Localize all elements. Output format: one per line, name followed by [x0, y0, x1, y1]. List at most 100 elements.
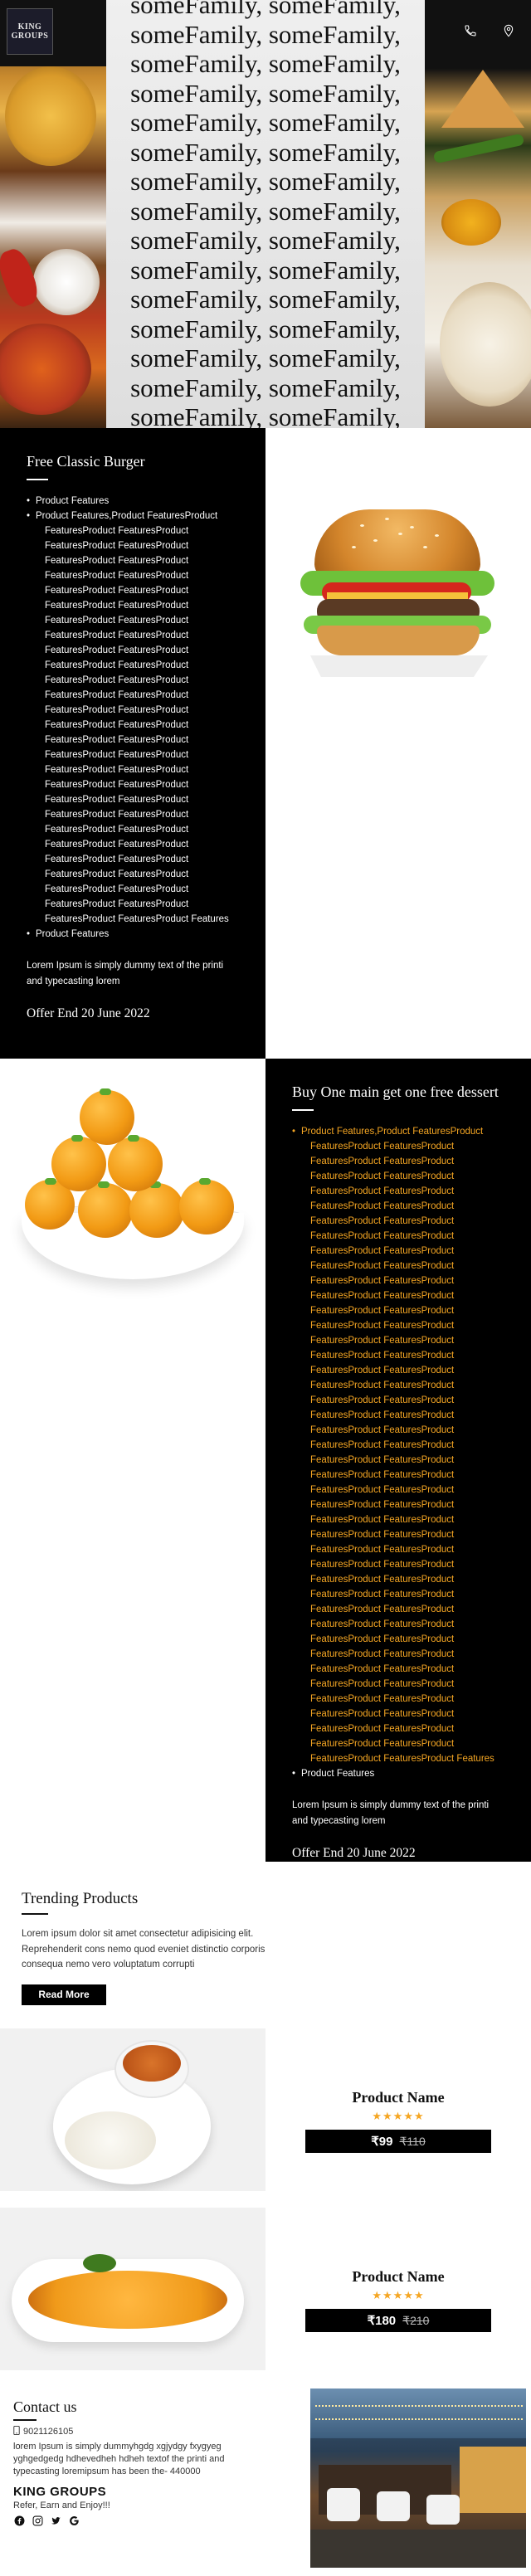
- phone-number: 9021126105: [23, 2426, 74, 2437]
- feature-line: FeaturesProduct FeaturesProduct: [45, 675, 189, 685]
- feature-line: FeaturesProduct FeaturesProduct: [310, 1231, 455, 1241]
- hero-text-line: someFamily, someFamily,: [130, 0, 401, 19]
- price-bar[interactable]: ₹99 ₹110: [305, 2130, 491, 2153]
- feature-item-long: Product Features,Product FeaturesProduct…: [292, 1124, 531, 1766]
- feature-item: Product Features: [27, 494, 266, 509]
- feature-line: FeaturesProduct FeaturesProduct: [310, 1590, 455, 1600]
- feature-line: FeaturesProduct FeaturesProduct: [310, 1171, 455, 1181]
- contact-phone[interactable]: 9021126105: [13, 2425, 304, 2437]
- product-card[interactable]: Product Name ★★★★★ ₹99 ₹110: [0, 2028, 531, 2203]
- feature-line: FeaturesProduct FeaturesProduct: [45, 840, 189, 850]
- feature-line: FeaturesProduct FeaturesProduct: [45, 720, 189, 730]
- feature-line: FeaturesProduct FeaturesProduct: [310, 1410, 455, 1420]
- feature-line: FeaturesProduct FeaturesProduct: [45, 855, 189, 864]
- hero-text-line: someFamily, someFamily,: [130, 137, 401, 167]
- product-name: Product Name: [352, 2089, 445, 2106]
- hero-text-line: someFamily, someFamily,: [130, 196, 401, 226]
- feature-line: FeaturesProduct FeaturesProduct: [45, 810, 189, 820]
- facebook-icon[interactable]: [13, 2515, 25, 2527]
- product-card[interactable]: Product Name ★★★★★ ₹180 ₹210: [0, 2207, 531, 2382]
- feature-line: FeaturesProduct FeaturesProduct: [310, 1634, 455, 1644]
- google-icon[interactable]: [68, 2515, 80, 2527]
- feature-line: FeaturesProduct FeaturesProduct: [45, 795, 189, 805]
- feature-line: FeaturesProduct FeaturesProduct: [310, 1291, 455, 1301]
- hero-text-line: someFamily, someFamily,: [130, 49, 401, 78]
- feature-line: FeaturesProduct FeaturesProduct: [310, 1724, 455, 1734]
- feature-line: FeaturesProduct FeaturesProduct: [45, 616, 189, 626]
- price: ₹180: [367, 2314, 397, 2328]
- location-pin-icon[interactable]: [499, 22, 518, 40]
- hero-text-line: someFamily, someFamily,: [130, 343, 401, 373]
- feature-line: FeaturesProduct FeaturesProduct: [45, 825, 189, 835]
- feature-line: FeaturesProduct FeaturesProduct: [45, 526, 189, 536]
- feature-line: FeaturesProduct FeaturesProduct: [310, 1351, 455, 1361]
- contact-title: Contact us: [13, 2398, 77, 2415]
- feature-line: FeaturesProduct FeaturesProduct: [310, 1201, 455, 1211]
- hero-text-line: someFamily, someFamily,: [130, 167, 401, 196]
- product-image: [0, 2028, 266, 2191]
- old-price: ₹210: [402, 2313, 430, 2327]
- feature-line: FeaturesProduct FeaturesProduct: [45, 750, 189, 760]
- feature-line: FeaturesProduct FeaturesProduct: [310, 1485, 455, 1495]
- feature-line: FeaturesProduct FeaturesProduct Features: [310, 1754, 494, 1764]
- feature-line: FeaturesProduct FeaturesProduct: [310, 1306, 455, 1316]
- read-more-button[interactable]: Read More: [22, 1984, 106, 2005]
- contact-section: Contact us 9021126105 lorem Ipsum is sim…: [0, 2382, 531, 2568]
- hero-text-panel: someFamily, someFamily, someFamily, someF…: [106, 0, 425, 428]
- trending-text: Lorem ipsum dolor sit amet consectetur a…: [22, 1929, 266, 1970]
- feature-line: FeaturesProduct FeaturesProduct: [45, 601, 189, 611]
- brand-logo[interactable]: KING GROUPS: [7, 8, 53, 55]
- contact-description: lorem Ipsum is simply dummyhgdg xgjydgy …: [13, 2441, 225, 2476]
- hero-text-line: someFamily, someFamily,: [130, 108, 401, 137]
- feature-list: Product Features Product Features,Produc…: [27, 494, 266, 942]
- twitter-icon[interactable]: [50, 2515, 61, 2527]
- title-underline: [13, 2418, 37, 2421]
- hero-text-line: someFamily, someFamily,: [130, 314, 401, 343]
- title-underline: [27, 479, 48, 480]
- feature-line: FeaturesProduct FeaturesProduct: [310, 1395, 455, 1405]
- price-bar[interactable]: ₹180 ₹210: [305, 2309, 491, 2332]
- feature-line: FeaturesProduct FeaturesProduct: [310, 1560, 455, 1570]
- hero-text-line: someFamily, someFamily,: [130, 285, 401, 314]
- feature-item: Product Features: [292, 1766, 531, 1781]
- offer-end-date: Offer End 20 June 2022: [292, 1846, 416, 1860]
- feature-item: Product Features: [27, 927, 266, 942]
- promo-description: Lorem Ipsum is simply dummy text of the …: [292, 1800, 490, 1826]
- old-price: ₹110: [399, 2134, 426, 2148]
- feature-line: FeaturesProduct FeaturesProduct: [45, 884, 189, 894]
- phone-icon[interactable]: [461, 22, 480, 40]
- hero-text-line: someFamily, someFamily,: [130, 226, 401, 255]
- header-left: KING GROUPS: [0, 0, 106, 66]
- feature-line: FeaturesProduct FeaturesProduct: [310, 1142, 455, 1152]
- laddu-image: [22, 1083, 244, 1291]
- trending-section: Trending Products Lorem ipsum dolor sit …: [0, 1862, 531, 2028]
- feature-line: FeaturesProduct FeaturesProduct: [45, 869, 189, 879]
- instagram-icon[interactable]: [32, 2515, 43, 2527]
- hero-text: someFamily, someFamily, someFamily, someF…: [106, 0, 425, 428]
- feature-line: Product Features,Product FeaturesProduct: [301, 1127, 484, 1137]
- feature-line: FeaturesProduct FeaturesProduct: [310, 1739, 455, 1749]
- feature-line: FeaturesProduct FeaturesProduct: [310, 1381, 455, 1390]
- trending-title: Trending Products: [22, 1890, 139, 1907]
- rating-stars: ★★★★★: [372, 2289, 425, 2301]
- feature-line: FeaturesProduct FeaturesProduct: [45, 899, 189, 909]
- feature-line: FeaturesProduct FeaturesProduct: [310, 1425, 455, 1435]
- feature-line: FeaturesProduct FeaturesProduct: [45, 586, 189, 596]
- price: ₹99: [371, 2135, 393, 2149]
- hero-text-line: someFamily, someFamily,: [130, 402, 401, 428]
- feature-line: FeaturesProduct FeaturesProduct: [45, 660, 189, 670]
- feature-line: FeaturesProduct FeaturesProduct: [45, 556, 189, 566]
- feature-line: FeaturesProduct FeaturesProduct: [45, 690, 189, 700]
- promo-dessert: Buy One main get one free dessert Produc…: [0, 1059, 531, 1862]
- feature-line: FeaturesProduct FeaturesProduct: [310, 1246, 455, 1256]
- hero-text-line: someFamily, someFamily,: [130, 19, 401, 49]
- feature-line: FeaturesProduct FeaturesProduct: [310, 1440, 455, 1450]
- feature-line: FeaturesProduct FeaturesProduct: [310, 1186, 455, 1196]
- social-links: [13, 2515, 304, 2527]
- feature-line: FeaturesProduct FeaturesProduct: [310, 1157, 455, 1166]
- feature-line: FeaturesProduct FeaturesProduct: [310, 1321, 455, 1331]
- feature-line: FeaturesProduct FeaturesProduct: [310, 1709, 455, 1719]
- feature-line: FeaturesProduct FeaturesProduct Features: [45, 914, 229, 924]
- feature-line: FeaturesProduct FeaturesProduct: [310, 1679, 455, 1689]
- feature-line: FeaturesProduct FeaturesProduct: [310, 1545, 455, 1555]
